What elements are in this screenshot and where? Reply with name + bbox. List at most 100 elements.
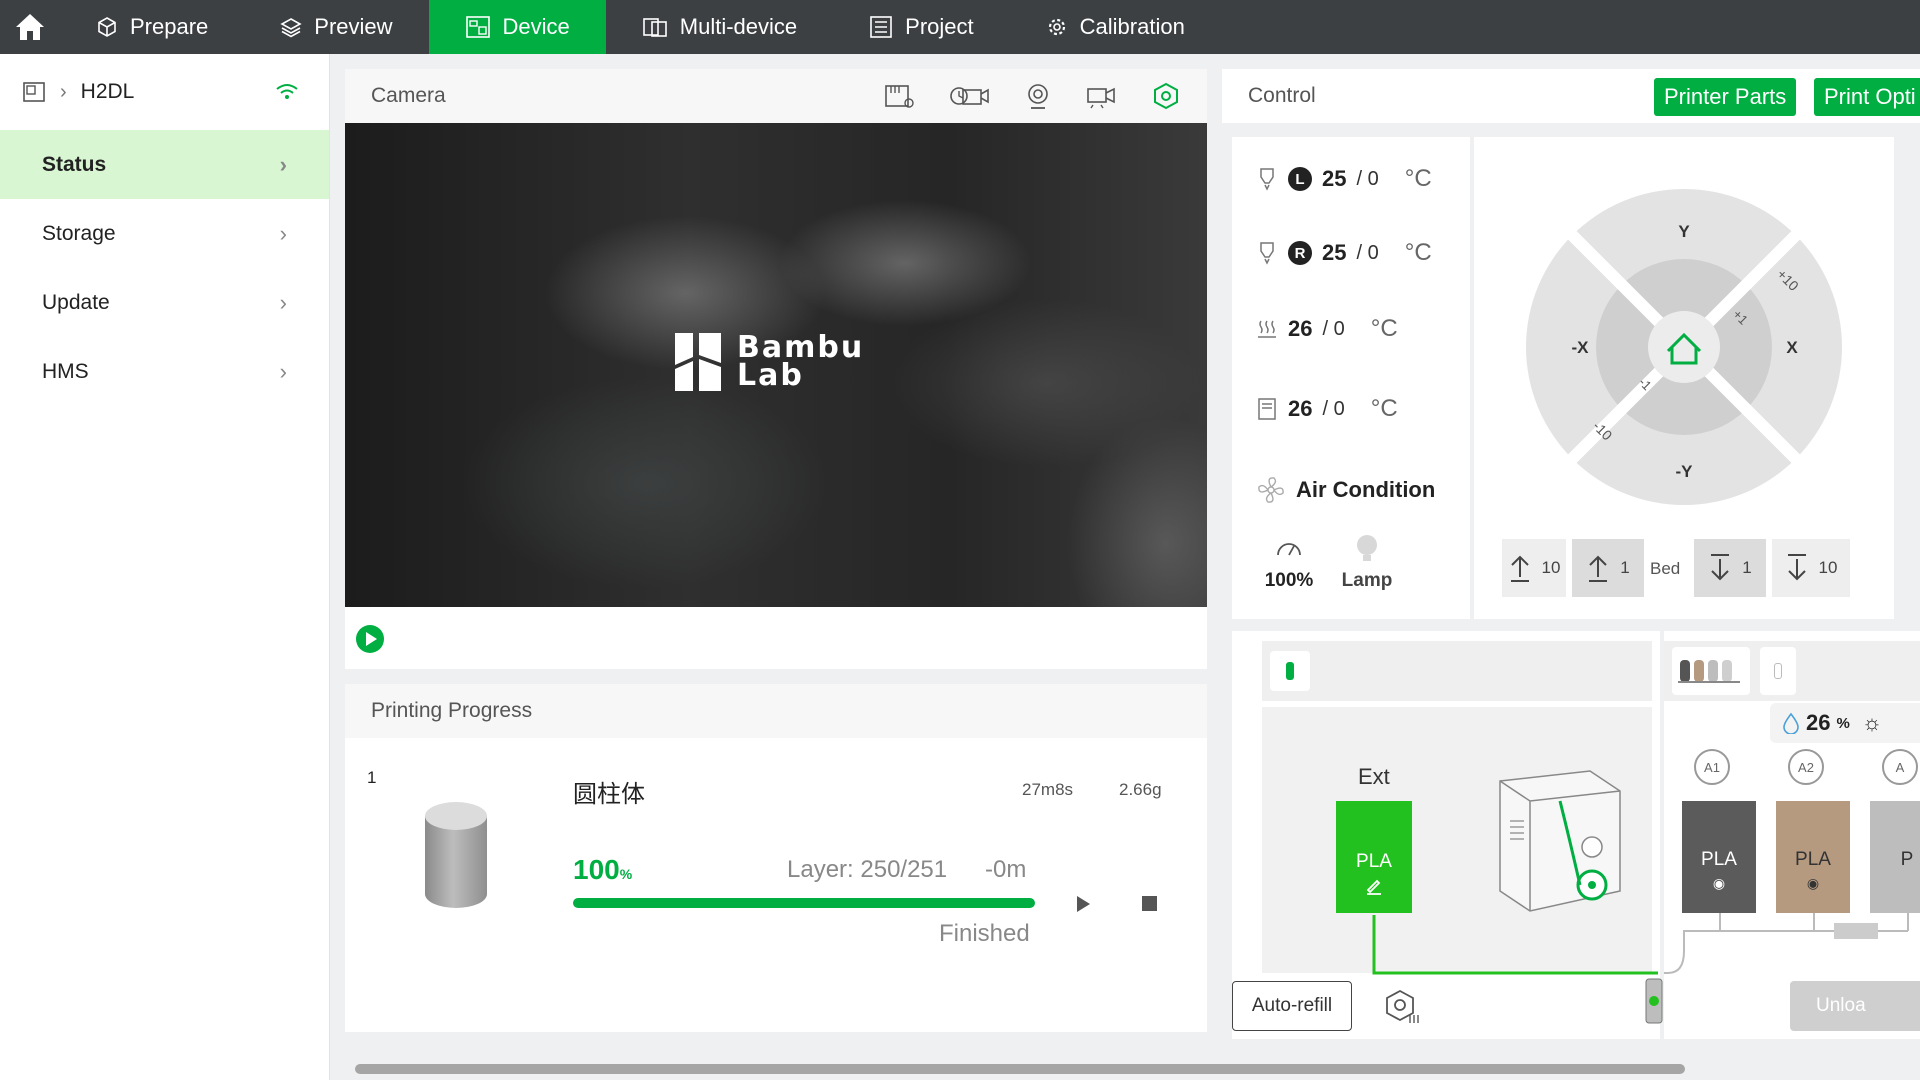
right-nozzle-badge: R: [1288, 241, 1312, 265]
tab-preview[interactable]: Preview: [244, 0, 428, 54]
resume-icon[interactable]: [1073, 894, 1093, 914]
panel-title: Printing Progress: [371, 699, 533, 722]
temp-unit: °C: [1404, 165, 1432, 192]
top-nav: Prepare Preview Device Multi-device Proj…: [0, 0, 1920, 54]
tab-label: Preview: [314, 14, 393, 39]
filament-weight: 2.66g: [1119, 780, 1162, 799]
temp-unit: °C: [1370, 315, 1398, 342]
arrow-up-icon: [1589, 555, 1608, 582]
sidebar-item-label: HMS: [42, 359, 89, 383]
horizontal-scrollbar[interactable]: [355, 1064, 1685, 1074]
print-options-button[interactable]: Print Opti: [1814, 78, 1920, 116]
chevron-right-icon: ›: [279, 220, 287, 246]
tab-label: Project: [905, 14, 974, 39]
play-icon[interactable]: [355, 624, 385, 654]
camera-header: Camera: [345, 69, 1207, 123]
timelapse-icon[interactable]: [949, 83, 991, 109]
stop-button[interactable]: [1142, 896, 1157, 911]
z-down-1-button[interactable]: 1: [1694, 539, 1766, 597]
left-nozzle-badge: L: [1288, 167, 1312, 191]
tab-calibration[interactable]: Calibration: [1010, 0, 1221, 54]
tab-prepare[interactable]: Prepare: [60, 0, 244, 54]
printer-icon: [23, 82, 45, 102]
chamber-temp[interactable]: 26 / 0 °C: [1256, 395, 1398, 423]
logo-line-2: Lab: [737, 358, 804, 393]
speed-button[interactable]: 100%: [1254, 537, 1324, 592]
tab-device[interactable]: Device: [428, 0, 606, 54]
lamp-icon: [1357, 535, 1377, 561]
heatbed-icon: [1258, 320, 1276, 338]
chamber-current: 26: [1288, 396, 1313, 421]
model-name: 圆柱体: [573, 781, 645, 808]
bed-temp[interactable]: 26 / 0 °C: [1256, 315, 1398, 343]
bambu-logo-mark-icon: [675, 333, 721, 391]
sidebar-item-update[interactable]: Update ›: [0, 268, 329, 337]
sidebar-item-storage[interactable]: Storage ›: [0, 199, 329, 268]
nozzle-icon: [1260, 242, 1274, 265]
home-button[interactable]: [0, 0, 60, 54]
right-nozzle-temp[interactable]: R 25 / 0 °C: [1256, 239, 1432, 267]
right-nozzle-target: / 0: [1356, 241, 1379, 264]
air-condition-button[interactable]: Air Condition: [1256, 475, 1435, 505]
joystick-label-y: Y: [1678, 222, 1690, 241]
z-step-label: 10: [1541, 558, 1561, 577]
webcam-icon[interactable]: [1025, 82, 1051, 110]
progress-header: Printing Progress: [345, 684, 1207, 738]
panel-title: Control: [1248, 84, 1316, 107]
tab-label: Prepare: [130, 14, 209, 39]
record-video-icon[interactable]: [1085, 83, 1117, 109]
print-status: Finished: [939, 920, 1030, 947]
joystick-label-neg-y: -Y: [1676, 462, 1694, 481]
sd-card-icon[interactable]: [883, 83, 915, 109]
lamp-button[interactable]: Lamp: [1332, 533, 1402, 592]
ams-settings-icon[interactable]: [1382, 987, 1422, 1027]
chevron-right-icon: ›: [279, 289, 287, 315]
chevron-right-icon: ›: [279, 151, 287, 177]
tab-label: Multi-device: [679, 14, 798, 39]
z-step-label: 1: [1742, 558, 1752, 577]
ams-panel: 26 % ☼ A1 PLA ◉ A2 PLA ◉ A P Unloa: [1664, 631, 1920, 1039]
left-nozzle-temp[interactable]: L 25 / 0 °C: [1256, 165, 1432, 193]
sidebar-item-label: Storage: [42, 221, 116, 245]
z-step-label: 1: [1620, 558, 1630, 577]
model-thumbnail: [425, 802, 487, 908]
z-up-1-button[interactable]: 1: [1572, 539, 1644, 597]
xy-joystick[interactable]: Y -Y X -X +10 +1 -1 -10: [1474, 137, 1894, 577]
printer-selector[interactable]: › H2DL: [0, 54, 329, 130]
unload-button[interactable]: Unloa: [1790, 981, 1920, 1031]
z-up-10-button[interactable]: 10: [1502, 539, 1566, 597]
arrow-down-icon: [1711, 554, 1730, 581]
tab-multi-device[interactable]: Multi-device: [606, 0, 833, 54]
wifi-icon: [276, 84, 298, 99]
home-icon: [16, 14, 44, 40]
layer-count: Layer: 250/251: [787, 856, 948, 883]
z-down-10-button[interactable]: 10: [1772, 539, 1850, 597]
fan-icon: [1258, 477, 1284, 503]
control-panel: Control Printer Parts Print Opti L 25 / …: [1222, 69, 1920, 1039]
left-nozzle-current: 25: [1322, 166, 1347, 191]
external-spool-panel: Ext PLA Auto-refill: [1232, 631, 1683, 1039]
remaining-time: -0m: [985, 856, 1027, 883]
progress-percent: 100%: [573, 854, 632, 886]
joystick-label-x: X: [1786, 338, 1798, 357]
camera-feed[interactable]: Bambu Lab: [345, 123, 1207, 607]
camera-panel: Camera Bambu Lab: [345, 69, 1207, 669]
sidebar-item-hms[interactable]: HMS ›: [0, 337, 329, 406]
printer-parts-button[interactable]: Printer Parts: [1654, 78, 1797, 116]
z-step-label: 10: [1818, 558, 1838, 577]
sidebar-item-status[interactable]: Status ›: [0, 130, 329, 199]
plate-number: 1: [367, 768, 377, 787]
auto-refill-button[interactable]: Auto-refill: [1232, 981, 1352, 1031]
printer-name: H2DL: [80, 80, 135, 103]
progress-bar: [573, 898, 1035, 908]
print-time: 27m8s: [1022, 780, 1074, 799]
gear-icon: [1048, 18, 1065, 36]
tab-project[interactable]: Project: [833, 0, 1009, 54]
layers-icon: [280, 18, 302, 38]
cube-icon: [98, 17, 116, 37]
camera-settings-icon[interactable]: [1151, 82, 1181, 110]
sidebar: › H2DL Status › Storage › Update › HMS ›: [0, 54, 330, 1080]
joystick-label-neg-x: -X: [1572, 338, 1590, 357]
camera-toolbar: [883, 82, 1181, 110]
air-condition-label: Air Condition: [1296, 477, 1436, 502]
